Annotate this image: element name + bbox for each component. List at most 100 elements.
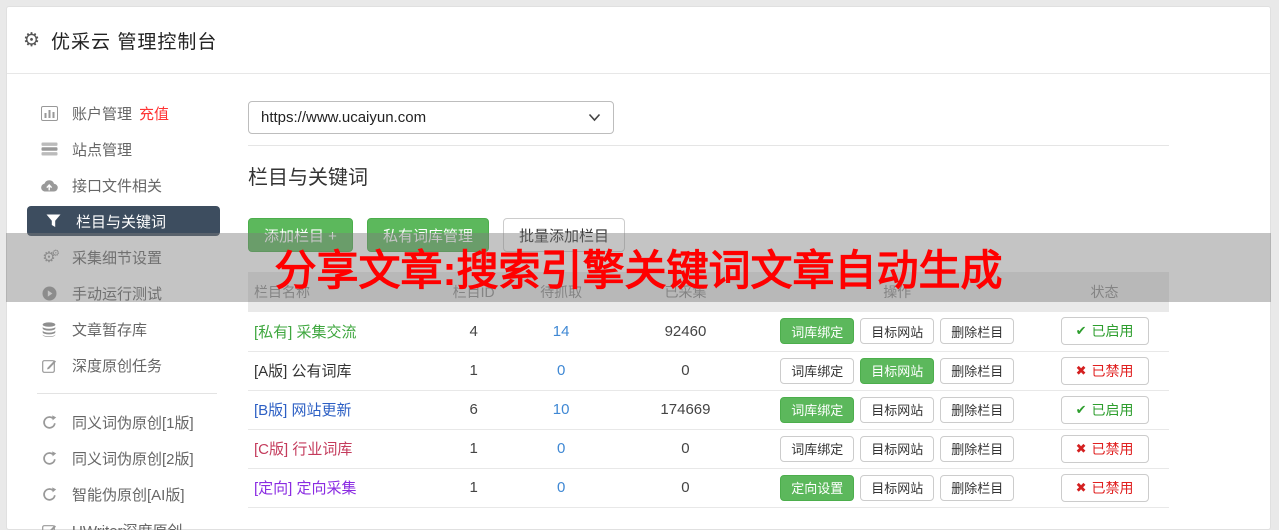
column-id-value: 1 xyxy=(441,468,506,508)
sidebar-item-label: UWriter深度原创 xyxy=(72,520,183,530)
table-row: [B版] 网站更新 6 10 174669 词库绑定 目标网站 删除栏目 ✔ 已启用 xyxy=(248,390,1169,430)
sidebar-item-label: 站点管理 xyxy=(72,141,133,159)
column-name-link[interactable]: [私有] 采集交流 xyxy=(254,324,357,341)
columns-table: 栏目名称 栏目ID 待抓取 已采集 操作 状态 [私有] 采集交流 4 14 92460 词库绑定… xyxy=(248,272,1169,508)
action-button-2[interactable]: 删除栏目 xyxy=(940,396,1015,423)
sidebar: 账户管理 充值 站点管理 接口文件相关 栏目与关键词 ⚙⚙ 采集细节设置 手动运行测试 文章暂存… xyxy=(7,74,247,530)
pending-count-link[interactable]: 10 xyxy=(553,401,570,418)
action-button-0[interactable]: 词库绑定 xyxy=(780,396,855,423)
status-label: 已禁用 xyxy=(1091,479,1134,496)
action-button-0[interactable]: 词库绑定 xyxy=(780,357,855,384)
status-label: 已启用 xyxy=(1091,323,1134,340)
recharge-badge[interactable]: 充值 xyxy=(139,103,169,124)
sidebar-item-1[interactable]: 站点管理 xyxy=(7,131,247,167)
row-actions: 词库绑定 目标网站 删除栏目 xyxy=(755,318,1041,345)
toolbar: 添加栏目 + 私有词库管理 批量添加栏目 xyxy=(248,218,1169,252)
sidebar-item-11[interactable]: UWriter深度原创 xyxy=(7,512,247,530)
sidebar-item-label: 账户管理 xyxy=(72,105,133,123)
column-header-2: 待抓取 xyxy=(505,272,617,312)
action-button-0[interactable]: 词库绑定 xyxy=(780,318,855,345)
edit-icon xyxy=(39,523,59,530)
row-actions: 定向设置 目标网站 删除栏目 xyxy=(755,474,1041,501)
play-icon xyxy=(39,286,59,301)
section-title: 栏目与关键词 xyxy=(248,167,368,189)
status-toggle-button[interactable]: ✖ 已禁用 xyxy=(1060,434,1149,463)
table-row: [C版] 行业词库 1 0 0 词库绑定 目标网站 删除栏目 ✖ 已禁用 xyxy=(248,429,1169,469)
action-button-2[interactable]: 删除栏目 xyxy=(940,318,1015,345)
sidebar-item-0[interactable]: 账户管理 充值 xyxy=(7,95,247,131)
column-name-link[interactable]: [定向] 定向采集 xyxy=(254,480,357,497)
collected-count: 174669 xyxy=(616,390,755,430)
table-row: [定向] 定向采集 1 0 0 定向设置 目标网站 删除栏目 ✖ 已禁用 xyxy=(248,468,1169,508)
gears-icon: ⚙⚙ xyxy=(42,248,60,266)
action-button-1[interactable]: 目标网站 xyxy=(860,318,935,345)
app-title: 优采云 管理控制台 xyxy=(51,31,218,53)
site-select[interactable]: https://www.ucaiyun.com xyxy=(248,101,614,134)
column-header-0: 栏目名称 xyxy=(248,272,442,312)
action-button-1[interactable]: 目标网站 xyxy=(860,396,935,423)
column-name-link[interactable]: [C版] 行业词库 xyxy=(254,441,352,458)
chevron-down-icon xyxy=(588,109,601,126)
edit-icon xyxy=(39,358,59,373)
sidebar-item-10[interactable]: 智能伪原创[AI版] xyxy=(7,476,247,512)
database-icon xyxy=(39,321,59,337)
table-body: [私有] 采集交流 4 14 92460 词库绑定 目标网站 删除栏目 ✔ 已启用 [A版] 公有… xyxy=(248,312,1169,508)
action-button-1[interactable]: 目标网站 xyxy=(860,435,935,462)
column-id-value: 1 xyxy=(441,429,506,469)
action-button-0[interactable]: 定向设置 xyxy=(780,474,855,501)
sidebar-item-2[interactable]: 接口文件相关 xyxy=(7,167,247,203)
row-actions: 词库绑定 目标网站 删除栏目 xyxy=(755,396,1041,423)
bar-chart-icon xyxy=(39,105,59,121)
funnel-icon xyxy=(43,214,63,228)
column-name-link[interactable]: [B版] 网站更新 xyxy=(254,402,352,419)
column-header-3: 已采集 xyxy=(616,272,755,312)
status-toggle-button[interactable]: ✔ 已启用 xyxy=(1060,395,1149,424)
column-header-4: 操作 xyxy=(754,272,1041,312)
status-toggle-button[interactable]: ✖ 已禁用 xyxy=(1060,473,1149,502)
action-button-2[interactable]: 删除栏目 xyxy=(940,474,1015,501)
sidebar-item-6[interactable]: 文章暂存库 xyxy=(7,311,247,347)
pending-count-link[interactable]: 0 xyxy=(557,440,565,457)
action-button-0[interactable]: 词库绑定 xyxy=(780,435,855,462)
refresh-icon xyxy=(39,414,59,430)
collected-count: 0 xyxy=(616,468,755,508)
site-list-icon xyxy=(39,142,59,156)
sidebar-item-label: 手动运行测试 xyxy=(72,285,163,303)
private-lexicon-button[interactable]: 私有词库管理 xyxy=(366,218,489,252)
action-button-2[interactable]: 删除栏目 xyxy=(940,435,1015,462)
sidebar-item-label: 文章暂存库 xyxy=(72,321,148,339)
sidebar-divider xyxy=(37,393,217,394)
cross-icon: ✖ xyxy=(1075,479,1087,495)
collected-count: 0 xyxy=(616,429,755,469)
status-toggle-button[interactable]: ✔ 已启用 xyxy=(1060,317,1149,346)
batch-add-column-button[interactable]: 批量添加栏目 xyxy=(502,218,625,252)
page: ⚙ 优采云 管理控制台 账户管理 充值 站点管理 接口文件相关 栏目与关键词 ⚙⚙ 采集细节… xyxy=(0,0,1279,530)
status-label: 已禁用 xyxy=(1091,362,1134,379)
column-id-value: 6 xyxy=(441,390,506,430)
site-select-value: https://www.ucaiyun.com xyxy=(261,109,427,126)
pending-count-link[interactable]: 0 xyxy=(557,362,565,379)
app-card: ⚙ 优采云 管理控制台 账户管理 充值 站点管理 接口文件相关 栏目与关键词 ⚙⚙ 采集细节… xyxy=(6,6,1271,530)
sidebar-item-4[interactable]: ⚙⚙ 采集细节设置 xyxy=(7,239,247,275)
action-button-1[interactable]: 目标网站 xyxy=(860,357,935,384)
column-name-link[interactable]: [A版] 公有词库 xyxy=(254,363,352,380)
table-header: 栏目名称 栏目ID 待抓取 已采集 操作 状态 xyxy=(248,272,1169,312)
action-button-2[interactable]: 删除栏目 xyxy=(940,357,1015,384)
collected-count: 92460 xyxy=(616,312,755,352)
pending-count-link[interactable]: 14 xyxy=(553,323,570,340)
sidebar-item-label: 深度原创任务 xyxy=(72,357,163,375)
sidebar-item-8[interactable]: 同义词伪原创[1版] xyxy=(7,404,247,440)
action-button-1[interactable]: 目标网站 xyxy=(860,474,935,501)
sidebar-item-9[interactable]: 同义词伪原创[2版] xyxy=(7,440,247,476)
status-toggle-button[interactable]: ✖ 已禁用 xyxy=(1060,356,1149,385)
cross-icon: ✖ xyxy=(1075,362,1087,378)
cloud-upload-icon xyxy=(39,179,59,192)
sidebar-item-3[interactable]: 栏目与关键词 xyxy=(27,206,220,236)
sidebar-item-5[interactable]: 手动运行测试 xyxy=(7,275,247,311)
pending-count-link[interactable]: 0 xyxy=(557,479,565,496)
gear-icon: ⚙ xyxy=(23,29,41,51)
add-column-button[interactable]: 添加栏目 + xyxy=(248,218,353,252)
refresh-icon xyxy=(39,450,59,466)
sidebar-item-label: 同义词伪原创[2版] xyxy=(72,450,194,468)
sidebar-item-7[interactable]: 深度原创任务 xyxy=(7,347,247,383)
